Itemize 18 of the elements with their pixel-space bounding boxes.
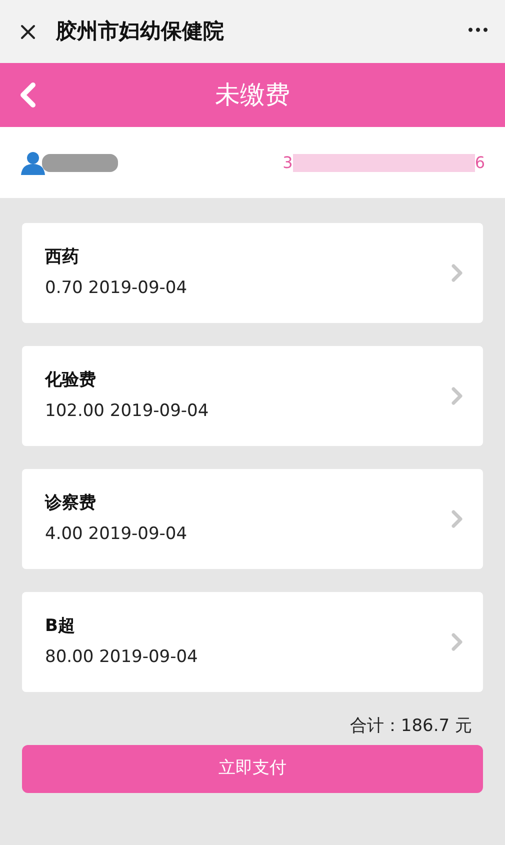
- bill-name: 诊察费: [45, 492, 97, 514]
- bill-name: B超: [45, 614, 76, 638]
- window-title: 胶州市妇幼保健院: [56, 18, 224, 45]
- bill-name: 化验费: [45, 368, 97, 392]
- bill-card[interactable]: B超 80.00 2019-09-04: [22, 592, 483, 692]
- bill-name: 西药: [45, 246, 80, 268]
- page-title: 未缴费: [215, 79, 290, 112]
- bill-card[interactable]: 诊察费 4.00 2019-09-04: [22, 469, 483, 569]
- more-button[interactable]: •••: [466, 21, 489, 42]
- bill-detail: 80.00 2019-09-04: [45, 646, 198, 669]
- total-amount: 合计：186.7 元: [350, 715, 472, 738]
- bill-card[interactable]: 化验费 102.00 2019-09-04: [22, 346, 483, 446]
- bill-detail: 102.00 2019-09-04: [45, 400, 209, 423]
- patient-id-end: 6: [474, 152, 485, 174]
- bill-detail: 4.00 2019-09-04: [45, 523, 188, 546]
- bill-card[interactable]: 西药 0.70 2019-09-04: [22, 223, 483, 323]
- bill-detail: 0.70 2019-09-04: [45, 277, 188, 300]
- patient-id-start: 3: [282, 152, 293, 174]
